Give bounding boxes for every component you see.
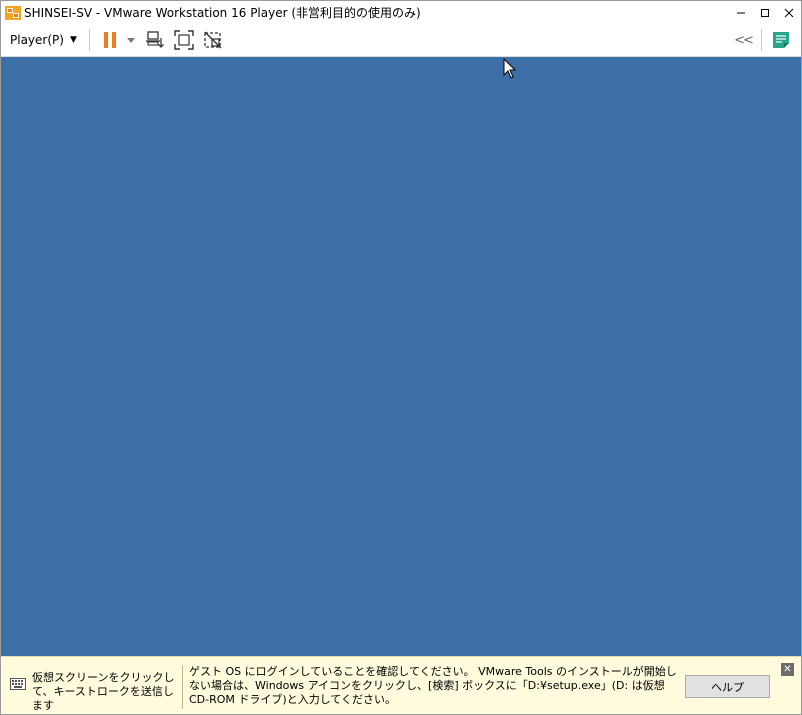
- notes-icon: [773, 32, 789, 48]
- close-notification-button[interactable]: ✕: [781, 663, 794, 676]
- notification-bar: 仮想スクリーンをクリックして、キーストロークを送信します ゲスト OS にログイ…: [1, 656, 801, 714]
- power-dropdown-arrow[interactable]: [126, 27, 136, 53]
- vmware-player-window: SHINSEI-SV - VMware Workstation 16 Playe…: [0, 0, 802, 715]
- player-menu-button[interactable]: Player(P) ▼: [8, 29, 79, 51]
- close-icon: ✕: [783, 663, 792, 675]
- minimize-icon: [737, 12, 745, 13]
- collapse-toolbar-button[interactable]: <<: [731, 27, 755, 53]
- unity-icon: [204, 31, 222, 49]
- toolbar-right: <<: [731, 24, 797, 56]
- mouse-cursor-icon: [503, 58, 517, 79]
- fullscreen-button[interactable]: [171, 27, 197, 53]
- player-menu-label: Player(P): [10, 33, 64, 47]
- vmware-tools-message: ゲスト OS にログインしていることを確認してください。 VMware Tool…: [189, 665, 677, 706]
- keyboard-icon: [10, 678, 26, 690]
- click-hint-text: 仮想スクリーンをクリックして、キーストロークを送信します: [32, 671, 175, 712]
- notes-button[interactable]: [768, 27, 794, 53]
- send-ctrl-alt-del-icon: [145, 31, 164, 48]
- help-button[interactable]: ヘルプ: [685, 675, 770, 698]
- pause-icon: [103, 32, 116, 48]
- pause-button[interactable]: [97, 27, 123, 53]
- window-title: SHINSEI-SV - VMware Workstation 16 Playe…: [24, 6, 421, 20]
- maximize-icon: [761, 8, 769, 17]
- notification-divider: [182, 665, 183, 709]
- chevron-down-icon: ▼: [69, 35, 77, 45]
- vmware-app-icon: [5, 5, 21, 21]
- toolbar-divider: [761, 29, 762, 51]
- chevron-down-icon: [126, 37, 135, 43]
- send-ctrl-alt-del-button[interactable]: [142, 27, 168, 53]
- window-controls: [729, 1, 801, 24]
- fullscreen-icon: [174, 30, 194, 50]
- close-button[interactable]: [777, 1, 801, 24]
- minimize-button[interactable]: [729, 1, 753, 24]
- maximize-button[interactable]: [753, 1, 777, 24]
- title-bar[interactable]: SHINSEI-SV - VMware Workstation 16 Playe…: [1, 1, 801, 24]
- close-icon: [784, 8, 794, 17]
- toolbar: Player(P) ▼ <<: [1, 24, 801, 57]
- unity-button[interactable]: [200, 27, 226, 53]
- collapse-icon: <<: [734, 32, 754, 48]
- vm-display[interactable]: [1, 57, 801, 656]
- toolbar-divider: [88, 29, 90, 51]
